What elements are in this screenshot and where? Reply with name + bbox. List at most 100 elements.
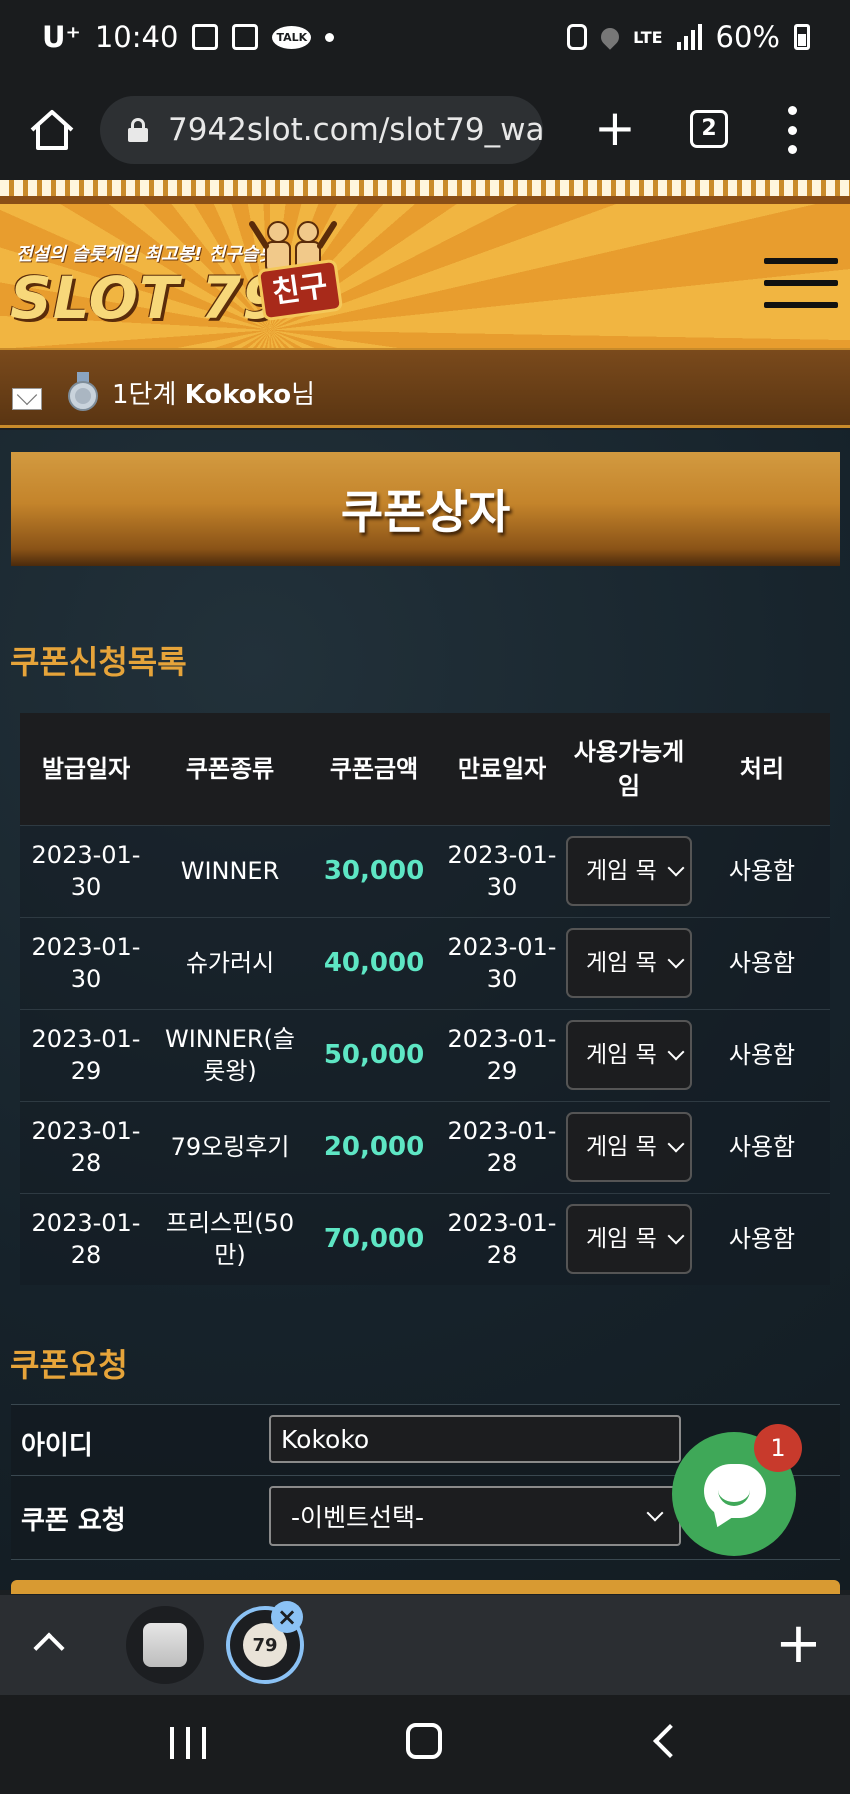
expiry-date: 2023-01-30: [440, 916, 564, 1009]
chevron-down-icon: [667, 1043, 685, 1061]
col-status: 처리: [694, 713, 830, 825]
clock: 10:40: [94, 20, 179, 54]
battery-saver-icon: [567, 24, 588, 50]
home-button-icon[interactable]: [406, 1723, 442, 1759]
logo-tagline: 전설의 슬롯게임 최고봉! 친구슬롯: [16, 244, 275, 265]
game-list-dropdown[interactable]: 게임 목: [566, 836, 692, 906]
tab-thumbnail-slot[interactable]: [126, 1606, 204, 1684]
chat-unread-badge: 1: [754, 1424, 802, 1472]
coupon-amount: 50,000: [308, 1008, 440, 1101]
mail-icon[interactable]: [12, 388, 42, 410]
recent-apps-icon[interactable]: [170, 1727, 206, 1759]
issued-date: 2023-01-29: [20, 1008, 152, 1101]
user-level-text: 1단계 Kokoko님: [112, 374, 315, 411]
coupon-amount: 30,000: [308, 824, 440, 917]
id-label: 아이디: [21, 1431, 93, 1461]
chevron-down-icon: [646, 1504, 664, 1522]
col-coupon-type: 쿠폰종류: [152, 713, 308, 825]
new-tab-icon[interactable]: +: [590, 100, 640, 156]
coupon-type: 슈가러시: [152, 916, 308, 1009]
browser-toolbar: 7942slot.com/slot79_wa + 2: [0, 80, 850, 180]
chevron-down-icon: [667, 1135, 685, 1153]
status-text: 사용함: [694, 1008, 830, 1101]
chevron-down-icon: [667, 859, 685, 877]
hamburger-menu-icon[interactable]: [764, 258, 838, 308]
table-row: 2023-01-28 79오링후기 20,000 2023-01-28 게임 목…: [20, 1100, 830, 1193]
col-issued-date: 발급일자: [20, 713, 152, 825]
submit-button[interactable]: [11, 1580, 840, 1594]
lock-icon: [128, 118, 148, 142]
home-icon[interactable]: [26, 104, 78, 156]
issued-date: 2023-01-28: [20, 1100, 152, 1193]
col-coupon-amount: 쿠폰금액: [308, 713, 440, 825]
medal-icon: [68, 372, 98, 411]
site-header: 전설의 슬롯게임 최고봉! 친구슬롯 SLOT 79 친구: [0, 180, 850, 348]
game-list-value: 게임 목: [586, 1042, 657, 1068]
qr-icon: [232, 24, 259, 50]
issued-date: 2023-01-30: [20, 824, 152, 917]
battery-icon: [794, 24, 810, 50]
slot-machine-icon: [143, 1623, 187, 1667]
coupon-request-label: 쿠폰 요청: [21, 1506, 126, 1536]
address-bar[interactable]: 7942slot.com/slot79_wa: [100, 96, 543, 164]
battery-level: 60%: [715, 20, 780, 54]
expiry-date: 2023-01-28: [440, 1192, 564, 1285]
username: Kokoko: [184, 380, 292, 410]
logo-badge: 친구: [256, 258, 344, 322]
close-icon[interactable]: ×: [271, 1601, 303, 1633]
table-row: 2023-01-28 프리스핀(50만) 70,000 2023-01-28 게…: [20, 1192, 830, 1285]
add-tab-icon[interactable]: +: [775, 1609, 822, 1679]
issued-date: 2023-01-28: [20, 1192, 152, 1285]
page-title: 쿠폰상자: [11, 452, 840, 566]
table-row: 2023-01-29 WINNER(슬롯왕) 50,000 2023-01-29…: [20, 1008, 830, 1101]
tab-switcher-button[interactable]: 2: [690, 110, 728, 148]
coupon-type: 프리스핀(50만): [152, 1192, 308, 1285]
coupon-type: 79오링후기: [152, 1100, 308, 1193]
coupon-table: 발급일자 쿠폰종류 쿠폰금액 만료일자 사용가능게임 처리 2023-01-30…: [20, 713, 830, 1285]
notification-dot-icon: [325, 32, 335, 42]
game-list-dropdown[interactable]: 게임 목: [566, 1204, 692, 1275]
table-header-row: 발급일자 쿠폰종류 쿠폰금액 만료일자 사용가능게임 처리: [20, 713, 830, 825]
game-list-dropdown[interactable]: 게임 목: [566, 928, 692, 998]
table-row: 2023-01-30 슈가러시 40,000 2023-01-30 게임 목 사…: [20, 916, 830, 1009]
more-menu-icon[interactable]: [786, 106, 798, 154]
status-text: 사용함: [694, 1192, 830, 1285]
network-label: LTE: [633, 27, 663, 47]
user-suffix: 님: [291, 380, 316, 410]
site-logo[interactable]: SLOT 79: [10, 264, 283, 332]
user-info-bar: 1단계 Kokoko님: [0, 348, 850, 428]
expiry-date: 2023-01-29: [440, 1008, 564, 1101]
coupon-request-title: 쿠폰요청: [10, 1346, 128, 1384]
game-list-dropdown[interactable]: 게임 목: [566, 1112, 692, 1182]
back-icon[interactable]: [653, 1724, 687, 1758]
location-icon: [597, 24, 623, 50]
expiry-date: 2023-01-28: [440, 1100, 564, 1193]
coupon-amount: 70,000: [308, 1192, 440, 1285]
status-text: 사용함: [694, 1100, 830, 1193]
kakaotalk-icon: TALK: [272, 25, 312, 49]
status-bar: U⁺ 10:40 TALK LTE 60%: [0, 0, 850, 80]
table-row: 2023-01-30 WINNER 30,000 2023-01-30 게임 목…: [20, 824, 830, 917]
event-select[interactable]: -이벤트선택-: [269, 1486, 681, 1546]
coupon-list-title: 쿠폰신청목록: [10, 643, 187, 681]
url-text: 7942slot.com/slot79_wa: [168, 112, 543, 148]
game-list-value: 게임 목: [586, 1134, 657, 1160]
id-field[interactable]: [269, 1415, 681, 1463]
status-text: 사용함: [694, 824, 830, 917]
game-list-value: 게임 목: [586, 858, 657, 884]
status-text: 사용함: [694, 916, 830, 1009]
carrier-label: U⁺: [42, 20, 81, 54]
game-list-dropdown[interactable]: 게임 목: [566, 1020, 692, 1090]
coupon-amount: 40,000: [308, 916, 440, 1009]
coupon-amount: 20,000: [308, 1100, 440, 1193]
game-list-value: 게임 목: [586, 950, 657, 976]
expiry-date: 2023-01-30: [440, 824, 564, 917]
chat-icon: [704, 1464, 766, 1518]
chevron-down-icon: [667, 1227, 685, 1245]
chevron-up-icon[interactable]: [33, 1632, 65, 1664]
coupon-type: WINNER(슬롯왕): [152, 1008, 308, 1101]
page-content: 쿠폰상자 쿠폰신청목록 발급일자 쿠폰종류 쿠폰금액 만료일자 사용가능게임 처…: [0, 430, 850, 1594]
game-list-value: 게임 목: [586, 1226, 657, 1253]
event-select-value: -이벤트선택-: [291, 1503, 425, 1532]
system-nav-bar: [0, 1695, 850, 1794]
